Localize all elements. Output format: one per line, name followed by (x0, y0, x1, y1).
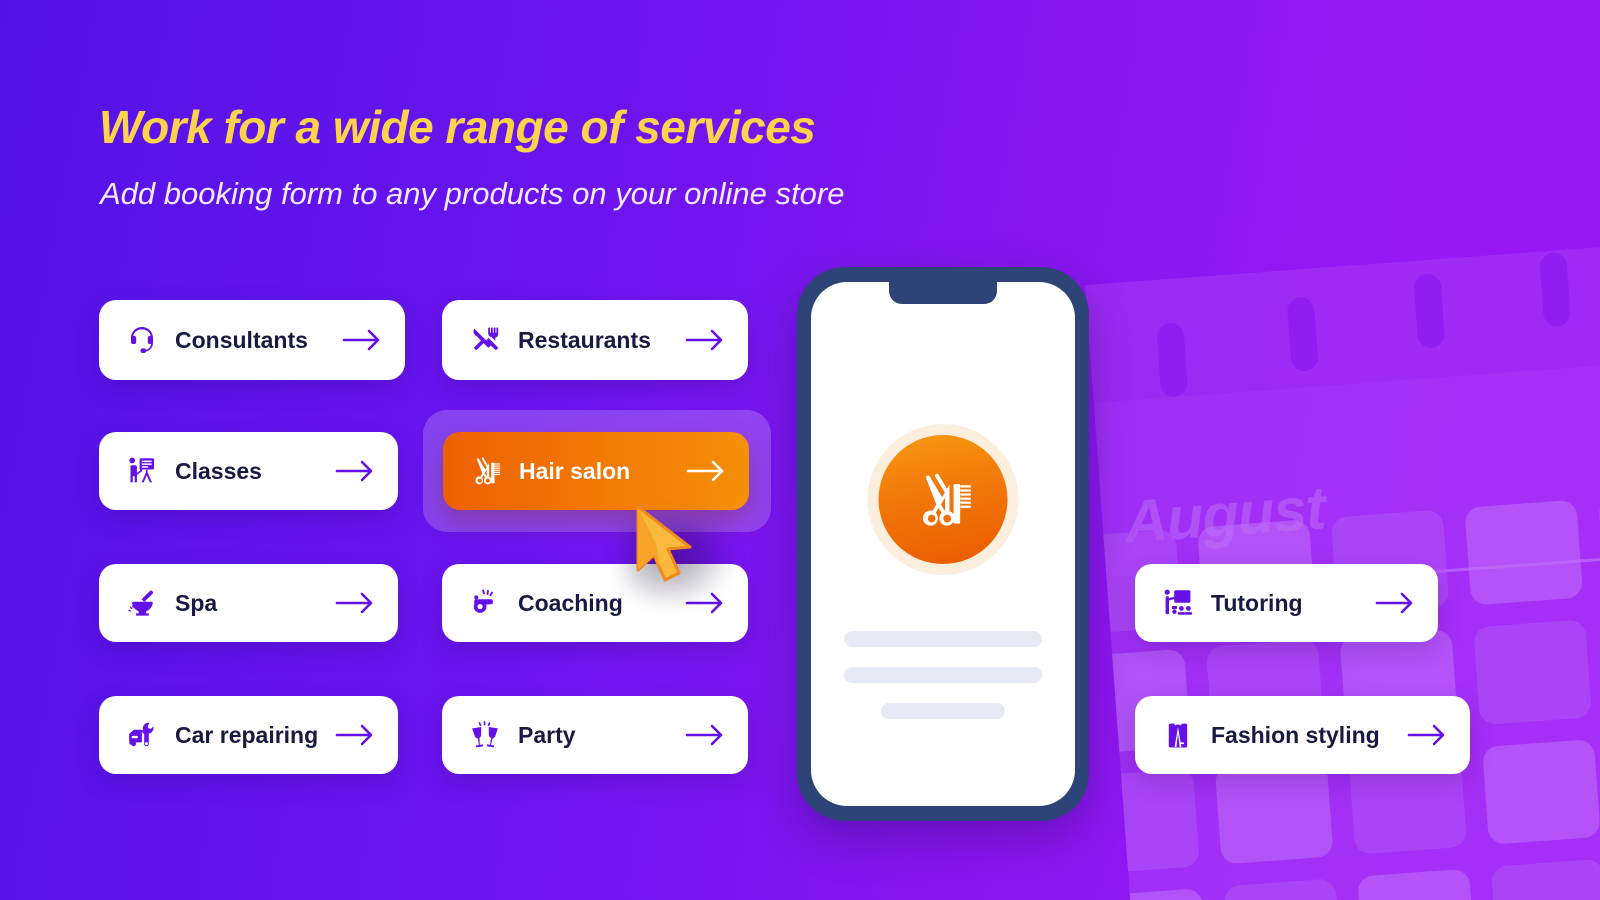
service-card-tutoring[interactable]: Tutoring (1135, 564, 1438, 642)
calendar-ring-rod (1538, 251, 1572, 328)
mortar-pestle-icon (125, 586, 159, 620)
service-card-classes[interactable]: Classes (99, 432, 398, 510)
scissors-comb-icon (912, 469, 974, 531)
arrow-right-icon (684, 723, 726, 747)
phone-notch (889, 282, 997, 304)
calendar-day-cell (1223, 878, 1343, 900)
service-card-hair-salon[interactable]: Hair salon (443, 432, 749, 510)
classroom-icon (1161, 586, 1195, 620)
calendar-day-cell (1214, 758, 1334, 865)
calendar-ring-rod (1156, 321, 1189, 398)
service-label: Classes (175, 457, 262, 484)
service-card-party[interactable]: Party (442, 696, 748, 774)
app-logo-ring (867, 424, 1019, 575)
calendar-header-band (1085, 229, 1600, 403)
arrow-right-icon (1406, 723, 1448, 747)
calendar-day-cell (1085, 768, 1200, 875)
calendar-day-cell (1357, 868, 1476, 900)
calendar-ring-rod (1286, 296, 1319, 373)
arrow-right-icon (334, 591, 376, 615)
service-card-spa[interactable]: Spa (99, 564, 398, 642)
calendar-day-cell (1089, 888, 1209, 900)
calendar-day-cell (1464, 499, 1584, 606)
arrow-right-icon (685, 459, 727, 483)
calendar-day-cell (1481, 738, 1600, 845)
arrow-right-icon (334, 459, 376, 483)
page-title: Work for a wide range of services (99, 101, 816, 153)
headset-icon (125, 323, 159, 357)
calendar-ring-rod (1413, 272, 1446, 349)
service-card-restaurants[interactable]: Restaurants (442, 300, 748, 380)
service-label: Restaurants (518, 326, 651, 353)
suit-icon (1161, 718, 1195, 752)
calendar-grid (1085, 480, 1600, 900)
phone-mockup (797, 267, 1089, 821)
skeleton-line (844, 667, 1042, 683)
service-card-car-repairing[interactable]: Car repairing (99, 696, 398, 774)
arrow-right-icon (684, 591, 726, 615)
service-label: Consultants (175, 326, 308, 353)
calendar-month-label: August (1122, 474, 1328, 556)
car-wrench-icon (125, 718, 159, 752)
service-label: Coaching (518, 589, 623, 616)
calendar-day-cell (1490, 858, 1600, 900)
service-card-fashion-styling[interactable]: Fashion styling (1135, 696, 1470, 774)
service-label: Fashion styling (1211, 721, 1380, 748)
phone-screen (811, 282, 1075, 806)
whistle-icon (468, 586, 502, 620)
presenter-icon (125, 454, 159, 488)
app-logo-circle (878, 435, 1008, 564)
skeleton-line (881, 703, 1005, 719)
page-subtitle: Add booking form to any products on your… (100, 176, 845, 211)
arrow-right-icon (334, 723, 376, 747)
calendar-day-cell (1473, 619, 1593, 726)
service-label: Hair salon (519, 457, 631, 484)
service-card-consultants[interactable]: Consultants (99, 300, 405, 380)
service-label: Party (518, 721, 576, 748)
scissors-comb-icon (469, 454, 503, 488)
arrow-right-icon (1374, 591, 1416, 615)
mouse-cursor-icon (632, 504, 708, 586)
cutlery-icon (468, 323, 502, 357)
service-label: Car repairing (175, 721, 319, 748)
service-label: Spa (175, 589, 218, 616)
arrow-right-icon (341, 328, 383, 352)
service-label: Tutoring (1211, 589, 1303, 616)
champagne-icon (468, 718, 502, 752)
skeleton-line (844, 631, 1042, 647)
arrow-right-icon (684, 328, 726, 352)
